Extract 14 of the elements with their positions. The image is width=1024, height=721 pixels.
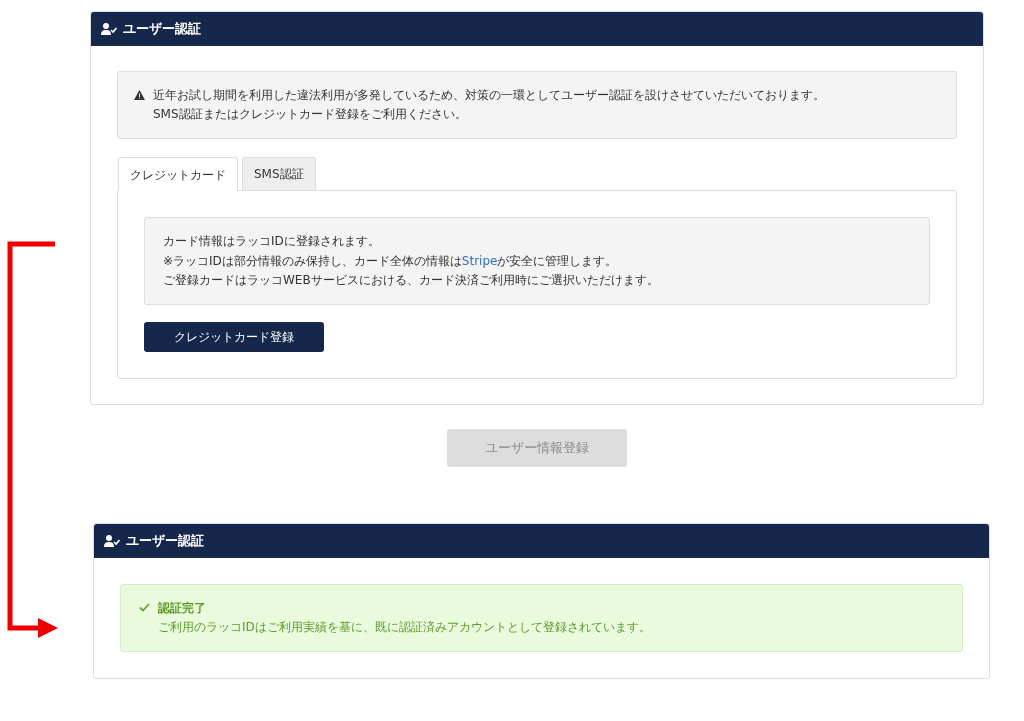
status-text: ご利用のラッコIDはご利用実績を基に、既に認証済みアカウントとして登録されています。 <box>158 619 651 637</box>
warning-text: 近年お試し期間を利用した違法利用が多発しているため、対策の一環としてユーザー認証を設けさせていただいております。 SMS認証またはクレジットカード登録をご利用ください。 <box>153 87 825 124</box>
warning-icon <box>134 90 145 100</box>
card-title: ユーザー認証 <box>123 20 201 39</box>
credit-card-register-button[interactable]: クレジットカード登録 <box>144 321 324 352</box>
user-check-icon <box>101 23 117 35</box>
status-title: 認証完了 <box>158 599 207 617</box>
check-icon <box>139 602 150 612</box>
tab[interactable]: クレジットカード <box>118 157 238 192</box>
tab[interactable]: SMS認証 <box>242 157 316 191</box>
stripe-link[interactable]: Stripe <box>461 253 498 268</box>
card-title: ユーザー認証 <box>126 532 204 551</box>
card-info-text: カード情報はラッコIDに登録されます。 ※ラッコIDは部分情報のみ保持し、カード全体の情報はStripeが安全に管理します。 ご登録カードはラッコWEBサービスにおける、カード決済ご利用時にご選択いただけます。 <box>144 217 930 305</box>
user-check-icon <box>104 534 120 547</box>
